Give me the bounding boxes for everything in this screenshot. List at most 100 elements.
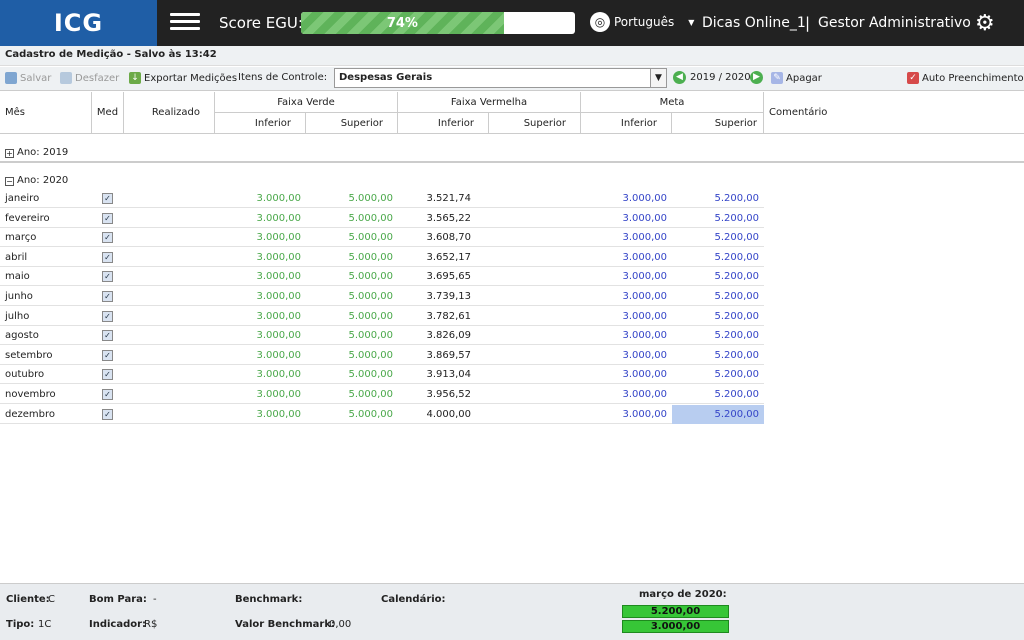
col-verde-superior[interactable]: Superior: [306, 113, 398, 134]
cell-meta-inf[interactable]: 3.000,00: [622, 405, 667, 424]
cell-mes[interactable]: novembro: [5, 385, 56, 404]
med-checkbox[interactable]: ✓: [102, 349, 113, 361]
cell-realizado[interactable]: 3.913,04: [426, 365, 471, 384]
cell-verde-sup[interactable]: 5.000,00: [348, 189, 393, 208]
med-checkbox[interactable]: ✓: [102, 212, 113, 224]
cell-meta-inf[interactable]: 3.000,00: [622, 385, 667, 404]
cell-verde-sup[interactable]: 5.000,00: [348, 365, 393, 384]
cell-verde-inf[interactable]: 3.000,00: [256, 189, 301, 208]
cell-verde-sup[interactable]: 5.000,00: [348, 248, 393, 267]
cell-mes[interactable]: setembro: [5, 346, 53, 365]
cell-mes[interactable]: outubro: [5, 365, 44, 384]
cell-verde-sup[interactable]: 5.000,00: [348, 346, 393, 365]
cell-mes[interactable]: abril: [5, 248, 27, 267]
cell-meta-sup[interactable]: 5.200,00: [714, 287, 759, 306]
cell-verde-inf[interactable]: 3.000,00: [256, 385, 301, 404]
cell-verde-inf[interactable]: 3.000,00: [256, 346, 301, 365]
undo-button[interactable]: Desfazer: [60, 72, 119, 84]
cell-meta-inf[interactable]: 3.000,00: [622, 326, 667, 345]
hamburger-menu-icon[interactable]: [170, 9, 200, 35]
language-selector[interactable]: ◎ Português ▼: [590, 12, 694, 32]
col-vermelha-inferior[interactable]: Inferior: [398, 113, 489, 134]
cell-meta-sup[interactable]: 5.200,00: [714, 209, 759, 228]
cell-verde-sup[interactable]: 5.000,00: [348, 287, 393, 306]
table-row[interactable]: ✓ março 3.608,70 3.000,00 5.000,00 3.000,00 5.…: [0, 228, 764, 248]
chevron-down-icon[interactable]: ▼: [650, 69, 666, 87]
med-checkbox[interactable]: ✓: [102, 408, 113, 420]
table-row[interactable]: ✓ novembro 3.956,52 3.000,00 5.000,00 3.000,0…: [0, 385, 764, 404]
table-row[interactable]: ✓ outubro 3.913,04 3.000,00 5.000,00 3.000,00…: [0, 365, 764, 385]
cell-verde-inf[interactable]: 3.000,00: [256, 405, 301, 424]
cell-verde-inf[interactable]: 3.000,00: [256, 209, 301, 228]
cell-meta-sup[interactable]: 5.200,00: [714, 346, 759, 365]
cell-verde-inf[interactable]: 3.000,00: [256, 326, 301, 345]
cell-verde-sup[interactable]: 5.000,00: [348, 209, 393, 228]
table-row[interactable]: ✓ agosto 3.826,09 3.000,00 5.000,00 3.000,00 5…: [0, 326, 764, 346]
cell-meta-sup[interactable]: 5.200,00: [714, 405, 759, 424]
auto-fill-button[interactable]: ✓ Auto Preenchimento: [907, 72, 1024, 84]
cell-meta-inf[interactable]: 3.000,00: [622, 287, 667, 306]
cell-verde-sup[interactable]: 5.000,00: [348, 307, 393, 326]
col-verde-inferior[interactable]: Inferior: [215, 113, 306, 134]
cell-meta-sup[interactable]: 5.200,00: [714, 307, 759, 326]
cell-mes[interactable]: fevereiro: [5, 209, 50, 228]
med-checkbox[interactable]: ✓: [102, 369, 113, 381]
table-row[interactable]: ✓ junho 3.739,13 3.000,00 5.000,00 3.000,00 5.…: [0, 287, 764, 306]
cell-meta-sup[interactable]: 5.200,00: [714, 248, 759, 267]
cell-meta-inf[interactable]: 3.000,00: [622, 248, 667, 267]
export-button[interactable]: ↓ Exportar Medições: [129, 72, 237, 84]
cell-meta-inf[interactable]: 3.000,00: [622, 189, 667, 208]
cell-realizado[interactable]: 3.652,17: [426, 248, 471, 267]
med-checkbox[interactable]: ✓: [102, 310, 113, 322]
gear-icon[interactable]: ⚙: [975, 11, 995, 36]
cell-mes[interactable]: maio: [5, 267, 30, 286]
med-checkbox[interactable]: ✓: [102, 271, 113, 283]
expand-icon[interactable]: +: [5, 149, 14, 158]
cell-realizado[interactable]: 3.739,13: [426, 287, 471, 306]
cell-meta-inf[interactable]: 3.000,00: [622, 228, 667, 247]
cell-verde-sup[interactable]: 5.000,00: [348, 405, 393, 424]
cell-meta-inf[interactable]: 3.000,00: [622, 267, 667, 286]
cell-realizado[interactable]: 4.000,00: [426, 405, 471, 424]
cell-verde-sup[interactable]: 5.000,00: [348, 385, 393, 404]
cell-meta-sup[interactable]: 5.200,00: [714, 189, 759, 208]
delete-button[interactable]: ✎ Apagar: [771, 72, 822, 84]
col-meta-inferior[interactable]: Inferior: [581, 113, 672, 134]
cell-mes[interactable]: agosto: [5, 326, 39, 345]
cell-verde-sup[interactable]: 5.000,00: [348, 267, 393, 286]
cell-realizado[interactable]: 3.695,65: [426, 267, 471, 286]
cell-realizado[interactable]: 3.956,52: [426, 385, 471, 404]
cell-meta-inf[interactable]: 3.000,00: [622, 307, 667, 326]
cell-mes[interactable]: março: [5, 228, 36, 247]
cell-meta-sup[interactable]: 5.200,00: [714, 228, 759, 247]
cell-verde-sup[interactable]: 5.000,00: [348, 326, 393, 345]
cell-verde-sup[interactable]: 5.000,00: [348, 228, 393, 247]
cell-realizado[interactable]: 3.608,70: [426, 228, 471, 247]
table-row[interactable]: ✓ dezembro 4.000,00 3.000,00 5.000,00 3.000,0…: [0, 404, 764, 424]
cell-verde-inf[interactable]: 3.000,00: [256, 287, 301, 306]
app-logo[interactable]: ICG: [0, 0, 157, 46]
cell-realizado[interactable]: 3.869,57: [426, 346, 471, 365]
col-vermelha-superior[interactable]: Superior: [489, 113, 581, 134]
med-checkbox[interactable]: ✓: [102, 330, 113, 342]
previous-year-button[interactable]: ◀: [673, 71, 686, 84]
cell-verde-inf[interactable]: 3.000,00: [256, 228, 301, 247]
cell-meta-sup[interactable]: 5.200,00: [714, 326, 759, 345]
group-row-2020[interactable]: − Ano: 2020: [0, 169, 1024, 189]
table-row[interactable]: ✓ fevereiro 3.565,22 3.000,00 5.000,00 3.000,…: [0, 209, 764, 228]
cell-verde-inf[interactable]: 3.000,00: [256, 267, 301, 286]
cell-meta-inf[interactable]: 3.000,00: [622, 209, 667, 228]
med-checkbox[interactable]: ✓: [102, 251, 113, 263]
cell-verde-inf[interactable]: 3.000,00: [256, 307, 301, 326]
cell-verde-inf[interactable]: 3.000,00: [256, 365, 301, 384]
med-checkbox[interactable]: ✓: [102, 232, 113, 244]
col-med[interactable]: Med: [92, 92, 124, 134]
cell-mes[interactable]: dezembro: [5, 405, 55, 424]
cell-verde-inf[interactable]: 3.000,00: [256, 248, 301, 267]
cell-mes[interactable]: julho: [5, 307, 29, 326]
cell-meta-sup[interactable]: 5.200,00: [714, 385, 759, 404]
col-comentario[interactable]: Comentário: [764, 92, 1024, 134]
user-name[interactable]: Dicas Online_1: [702, 15, 806, 31]
cell-realizado[interactable]: 3.826,09: [426, 326, 471, 345]
cell-meta-sup[interactable]: 5.200,00: [714, 267, 759, 286]
